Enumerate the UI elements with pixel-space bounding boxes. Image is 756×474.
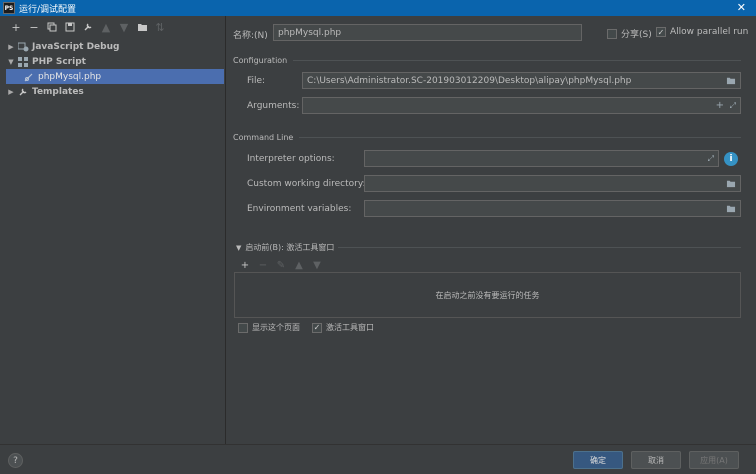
php-file-icon bbox=[23, 72, 35, 82]
checkmark-icon[interactable]: ✓ bbox=[312, 322, 322, 333]
folder-icon[interactable] bbox=[726, 76, 736, 87]
tree-item-javascript-debug[interactable]: ▶ JavaScript Debug bbox=[0, 39, 225, 54]
dialog-button-bar: ? 确定 取消 应用(A) bbox=[0, 444, 756, 474]
tree-item-templates[interactable]: ▶ Templates bbox=[0, 84, 225, 99]
plus-icon[interactable]: + bbox=[236, 258, 254, 272]
minus-icon[interactable]: − bbox=[254, 258, 272, 272]
apply-button[interactable]: 应用(A) bbox=[689, 451, 739, 469]
file-input[interactable]: C:\Users\Administrator.SC-201903012209\D… bbox=[302, 72, 741, 89]
copy-icon[interactable] bbox=[43, 18, 61, 36]
save-icon[interactable] bbox=[61, 18, 79, 36]
minus-icon[interactable]: − bbox=[25, 18, 43, 36]
pencil-icon[interactable]: ✎ bbox=[272, 258, 290, 272]
file-label: File: bbox=[247, 76, 266, 86]
arguments-input[interactable]: + ⤢ bbox=[302, 97, 741, 114]
before-launch-title: 启动前(B): 激活工具窗口 bbox=[245, 243, 335, 252]
close-window-icon[interactable]: ✕ bbox=[737, 0, 746, 16]
tree-item-label: phpMysql.php bbox=[38, 71, 102, 82]
allow-parallel-label: Allow parallel run bbox=[670, 27, 749, 37]
working-directory-input[interactable] bbox=[364, 175, 741, 192]
arrow-down-icon[interactable]: ▼ bbox=[308, 258, 326, 272]
folder-icon[interactable] bbox=[726, 179, 736, 190]
info-icon[interactable]: i bbox=[724, 152, 738, 166]
show-page-checkbox[interactable] bbox=[238, 322, 248, 333]
show-page-label: 显示这个页面 bbox=[252, 323, 300, 332]
phpstorm-app-icon: PS bbox=[3, 2, 15, 14]
window-title: 运行/调试配置 bbox=[19, 4, 77, 15]
plus-icon[interactable]: + bbox=[7, 18, 25, 36]
file-path-value: C:\Users\Administrator.SC-201903012209\D… bbox=[307, 75, 632, 86]
empty-task-text: 在启动之前没有要运行的任务 bbox=[435, 290, 540, 300]
sort-icon[interactable]: ⇅ bbox=[151, 18, 169, 36]
wrench-icon[interactable] bbox=[79, 18, 97, 36]
tree-item-label: PHP Script bbox=[32, 56, 86, 67]
tree-item-phpmysql[interactable]: phpMysql.php bbox=[6, 69, 224, 84]
configuration-form: 名称:(N) phpMysql.php 分享(S) ✓ Allow parall… bbox=[228, 16, 756, 444]
checkmark-icon[interactable]: ✓ bbox=[656, 27, 666, 37]
folder-icon[interactable] bbox=[133, 18, 151, 36]
chevron-down-icon[interactable]: ▼ bbox=[5, 58, 17, 66]
arrow-up-icon[interactable]: ▲ bbox=[97, 18, 115, 36]
bottom-options: 显示这个页面 ✓ 激活工具窗口 bbox=[238, 322, 374, 333]
configuration-tree-panel: + − ▲ ▼ ⇅ ▶ JavaScript Debug ▼ PHP Scrip… bbox=[0, 16, 226, 444]
title-bar: PS 运行/调试配置 ✕ bbox=[0, 0, 756, 16]
environment-variables-input[interactable] bbox=[364, 200, 741, 217]
configuration-section-title: Configuration bbox=[233, 56, 741, 65]
wrench-icon bbox=[17, 87, 29, 97]
cancel-button[interactable]: 取消 bbox=[631, 451, 681, 469]
interpreter-options-label: Interpreter options: bbox=[247, 154, 335, 164]
chevron-right-icon[interactable]: ▶ bbox=[5, 43, 17, 51]
interpreter-options-input[interactable]: ⤢ bbox=[364, 150, 719, 167]
divider bbox=[299, 137, 741, 138]
help-button[interactable]: ? bbox=[8, 453, 23, 468]
share-checkbox-box[interactable] bbox=[607, 28, 617, 39]
collapse-triangle-icon[interactable]: ▼ bbox=[236, 244, 241, 252]
section-title-text: Configuration bbox=[233, 56, 288, 65]
share-checkbox[interactable]: 分享(S) bbox=[607, 27, 652, 40]
tree-item-label: JavaScript Debug bbox=[32, 41, 120, 52]
expand-icon[interactable]: ⤢ bbox=[730, 101, 736, 111]
allow-parallel-checkbox[interactable]: ✓ Allow parallel run bbox=[656, 27, 748, 37]
add-icon[interactable]: + bbox=[716, 100, 724, 111]
tree-toolbar: + − ▲ ▼ ⇅ bbox=[0, 16, 225, 38]
before-launch-section[interactable]: ▼ 启动前(B): 激活工具窗口 bbox=[236, 242, 741, 253]
command-line-section-title: Command Line bbox=[233, 133, 741, 142]
share-label: 分享(S) bbox=[621, 30, 652, 40]
configuration-tree: ▶ JavaScript Debug ▼ PHP Script phpMysql… bbox=[0, 39, 225, 99]
working-directory-label: Custom working directory: bbox=[247, 179, 366, 189]
folder-icon[interactable] bbox=[726, 204, 736, 215]
activate-window-label: 激活工具窗口 bbox=[326, 323, 374, 332]
environment-variables-label: Environment variables: bbox=[247, 204, 352, 214]
php-script-icon bbox=[17, 56, 29, 67]
expand-icon[interactable]: ⤢ bbox=[708, 154, 714, 164]
divider bbox=[338, 247, 741, 248]
section-title-text: Command Line bbox=[233, 133, 294, 142]
chevron-right-icon[interactable]: ▶ bbox=[5, 88, 17, 96]
before-launch-toolbar: + − ✎ ▲ ▼ bbox=[236, 258, 326, 272]
ok-button[interactable]: 确定 bbox=[573, 451, 623, 469]
arrow-up-icon[interactable]: ▲ bbox=[290, 258, 308, 272]
arguments-label: Arguments: bbox=[247, 101, 300, 111]
tree-item-label: Templates bbox=[32, 86, 84, 97]
javascript-debug-icon bbox=[17, 42, 29, 52]
divider bbox=[293, 60, 741, 61]
arrow-down-icon[interactable]: ▼ bbox=[115, 18, 133, 36]
name-input[interactable]: phpMysql.php bbox=[273, 24, 582, 41]
name-label: 名称:(N) bbox=[233, 31, 268, 41]
tree-item-php-script[interactable]: ▼ PHP Script bbox=[0, 54, 225, 69]
before-launch-task-list[interactable]: 在启动之前没有要运行的任务 bbox=[234, 272, 741, 318]
